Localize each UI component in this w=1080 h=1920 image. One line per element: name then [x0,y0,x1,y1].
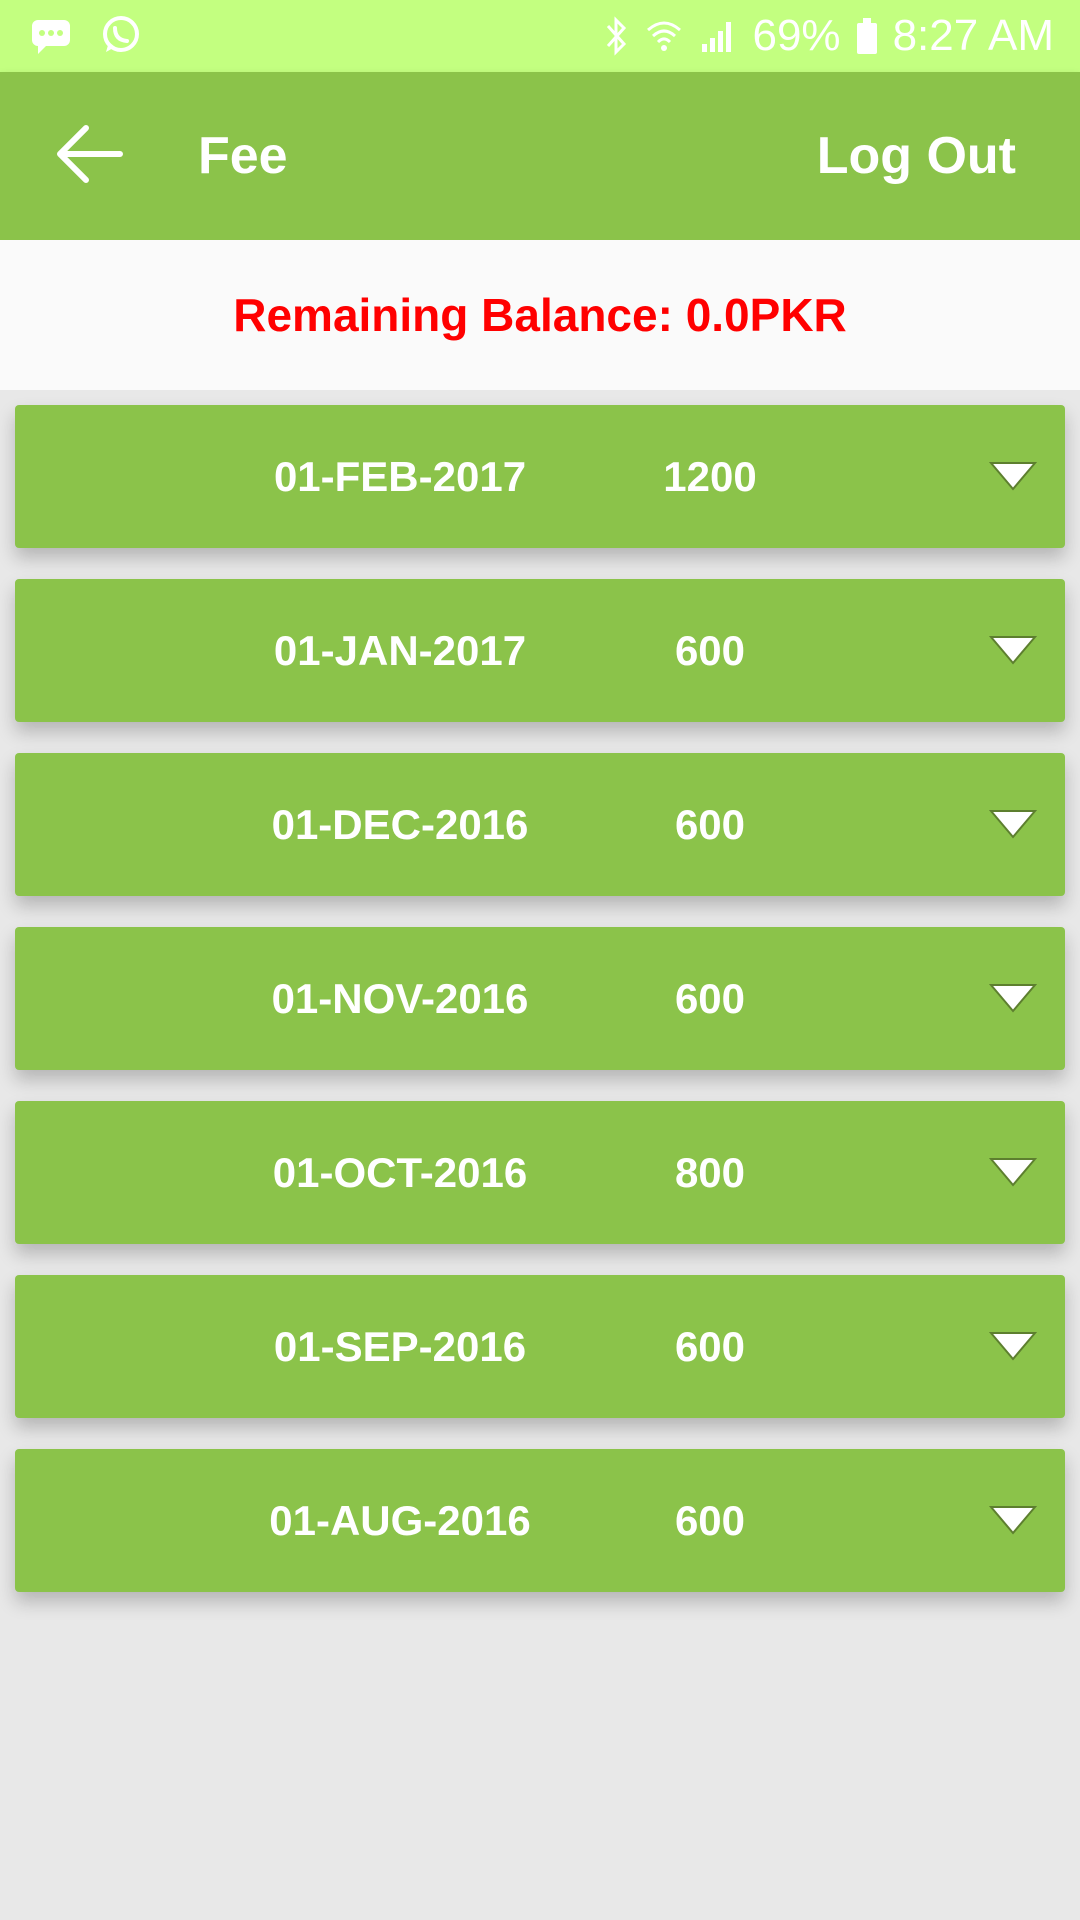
back-arrow-icon [57,125,123,183]
clock: 8:27 AM [892,11,1054,60]
fee-date: 01-JAN-2017 [273,626,527,674]
fee-amount: 600 [674,1322,746,1370]
fee-date: 01-NOV-2016 [271,974,529,1022]
chevron-down-icon[interactable] [989,807,1037,841]
fee-date: 01-FEB-2017 [273,452,527,500]
fee-date: 01-DEC-2016 [271,800,529,848]
battery-percent: 69% [752,11,841,60]
fee-row[interactable]: 01-NOV-2016 600 [15,927,1065,1070]
balance-panel: Remaining Balance: 0.0PKR [0,240,1080,390]
bluetooth-icon [602,16,630,56]
whatsapp-icon [100,14,142,56]
fee-row[interactable]: 01-DEC-2016 600 [15,753,1065,896]
chevron-down-icon[interactable] [989,459,1037,493]
fee-row[interactable]: 01-JAN-2017 600 [15,579,1065,722]
message-icon [30,14,72,56]
fee-row[interactable]: 01-SEP-2016 600 [15,1275,1065,1418]
fee-row[interactable]: 01-AUG-2016 600 [15,1449,1065,1592]
fee-amount: 1200 [663,452,757,500]
chevron-down-icon[interactable] [989,1329,1037,1363]
fee-amount: 600 [674,974,746,1022]
chevron-down-icon[interactable] [989,981,1037,1015]
fee-amount: 800 [674,1148,746,1196]
chevron-down-icon[interactable] [989,1503,1037,1537]
fee-amount: 600 [674,1496,746,1544]
back-button[interactable] [54,118,144,190]
logout-button[interactable]: Log Out [817,126,1016,186]
status-left-icons [30,14,142,56]
app-bar: Fee Log Out [0,72,1080,240]
remaining-balance: Remaining Balance: 0.0PKR [233,289,847,341]
chevron-down-icon[interactable] [989,633,1037,667]
fee-date: 01-OCT-2016 [272,1148,528,1196]
fee-amount: 600 [674,800,746,848]
fee-date: 01-SEP-2016 [273,1322,527,1370]
battery-icon [855,16,879,56]
chevron-down-icon[interactable] [989,1155,1037,1189]
status-right-icons: 69% 8:27 AM [602,0,1054,72]
page-title: Fee [198,127,288,185]
fee-list: 01-FEB-2017 1200 01-JAN-2017 600 01-DEC-… [15,405,1065,1623]
fee-date: 01-AUG-2016 [269,1496,531,1544]
fee-row[interactable]: 01-OCT-2016 800 [15,1101,1065,1244]
fee-amount: 600 [674,626,746,674]
wifi-icon [644,16,684,56]
fee-row[interactable]: 01-FEB-2017 1200 [15,405,1065,548]
signal-icon [698,16,738,56]
status-bar: 69% 8:27 AM [0,0,1080,72]
